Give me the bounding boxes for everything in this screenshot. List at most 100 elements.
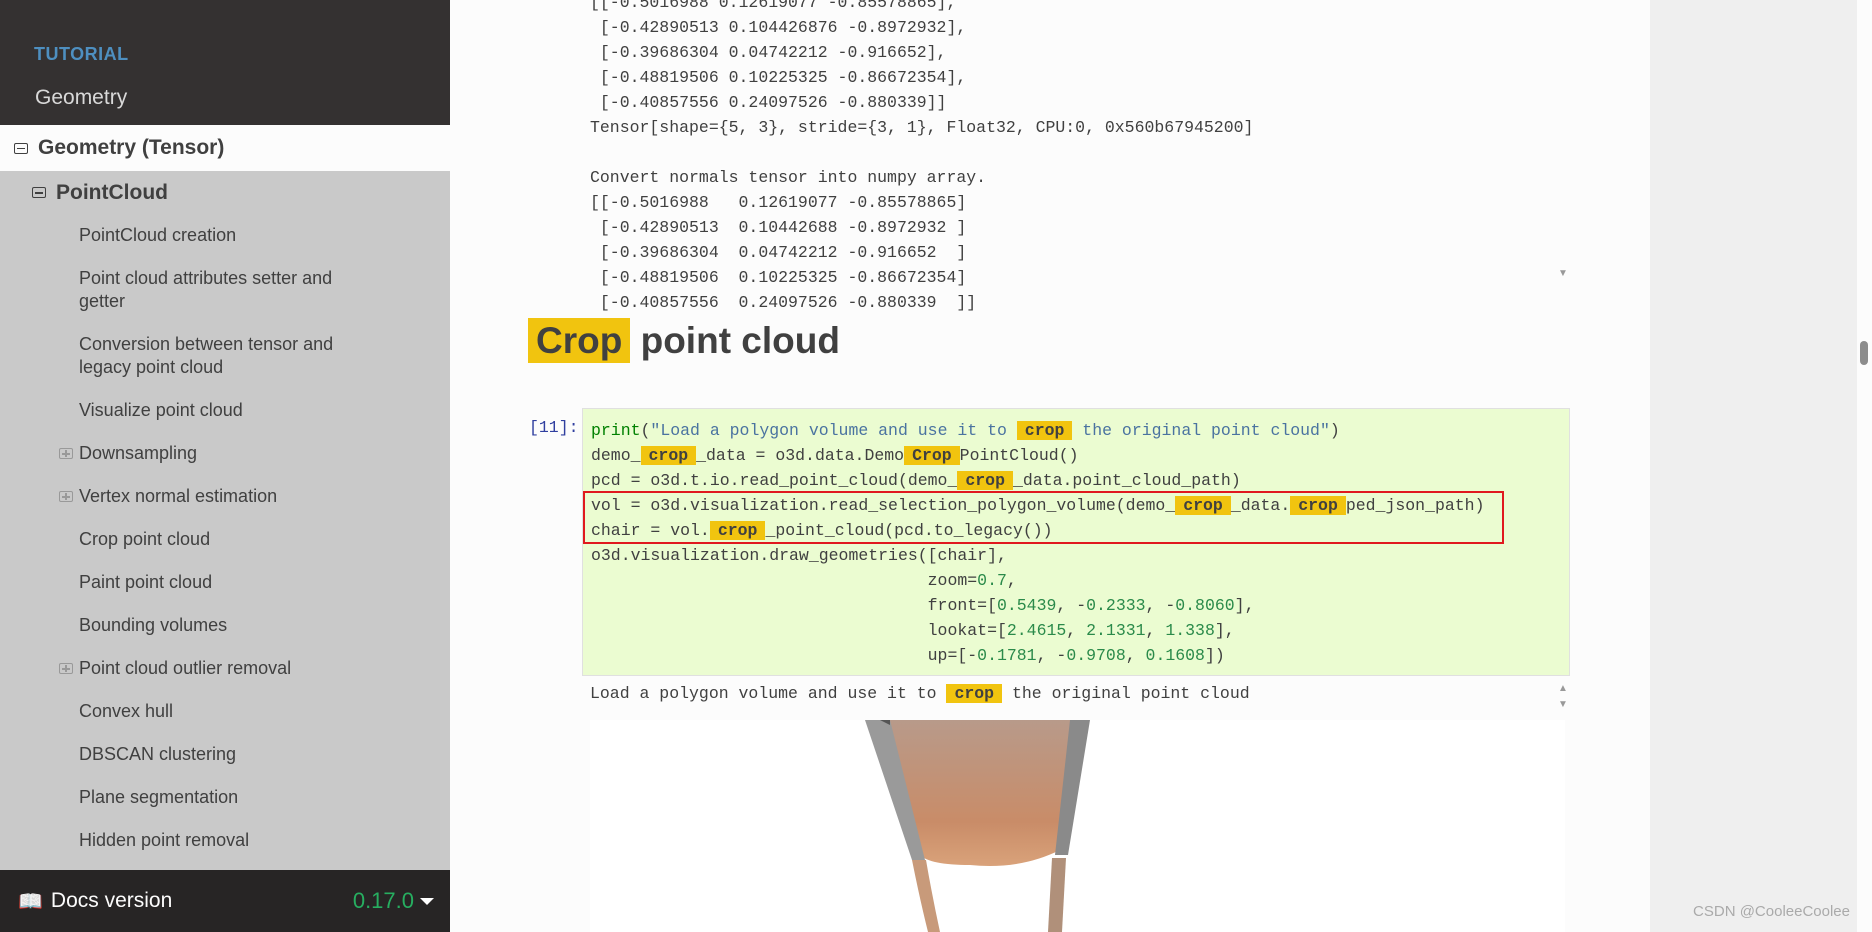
sidebar-item[interactable]: PointCloud creation xyxy=(0,214,379,257)
sidebar-subitems: PointCloud creation Point cloud attribute… xyxy=(0,214,450,862)
sidebar-item-label: Crop point cloud xyxy=(79,529,211,549)
caret-down-icon xyxy=(420,897,434,905)
output-line: [-0.48819506 0.10225325 -0.86672354] xyxy=(590,268,967,287)
expand-icon[interactable] xyxy=(59,663,73,674)
sidebar-item[interactable]: Point cloud outlier removal xyxy=(0,647,379,690)
code-token: 0.1608 xyxy=(1145,646,1205,665)
sidebar-header: TUTORIAL Geometry xyxy=(0,0,450,125)
code-token: , xyxy=(1006,571,1017,590)
code-token: ) xyxy=(1329,421,1340,440)
output-line: [-0.42890513 0.10442688 -0.8972932 ] xyxy=(590,218,967,237)
sidebar-item-label: Convex hull xyxy=(79,701,174,721)
cell-output-text: Load a polygon volume and use it to crop… xyxy=(590,684,1250,703)
sidebar-item-label: DBSCAN clustering xyxy=(79,744,237,764)
search-highlight: crop xyxy=(946,684,1003,703)
search-highlight: crop xyxy=(957,471,1013,490)
collapse-icon[interactable] xyxy=(14,142,28,154)
code-line: demo_ crop _data = o3d.data.Demo Crop PointC… xyxy=(591,443,1484,468)
sidebar-item[interactable]: Visualize point cloud xyxy=(0,389,379,432)
code-token: ( xyxy=(640,421,651,440)
code-token: , - xyxy=(1056,596,1087,615)
output-line: Convert normals tensor into numpy array. xyxy=(590,168,987,187)
sidebar-item-geometry[interactable]: Geometry xyxy=(35,86,127,110)
code-token: pcd = o3d.t.io.read_point_cloud(demo_ xyxy=(591,471,958,490)
sidebar-item[interactable]: Paint point cloud xyxy=(0,561,379,604)
book-icon: 📖 xyxy=(18,890,43,913)
code-token: ], xyxy=(1234,596,1255,615)
scroll-down-arrow-icon[interactable]: ▼ xyxy=(1558,268,1568,279)
code-token: , xyxy=(1125,646,1146,665)
output-line: [[-0.5016988 0.12619077 -0.85578865] xyxy=(590,193,967,212)
code-token: 0.1781 xyxy=(977,646,1037,665)
previous-cell-output: [[-0.5016988 0.12619077 -0.85578865], [-… xyxy=(590,0,1253,315)
sidebar-item-label: Paint point cloud xyxy=(79,572,213,592)
sidebar-item-label: Geometry (Tensor) xyxy=(38,136,225,159)
version-dropdown[interactable]: 0.17.0 xyxy=(353,888,434,914)
watermark: CSDN @CooleeCoolee xyxy=(1693,903,1850,920)
sidebar-item[interactable]: Hidden point removal xyxy=(0,819,379,862)
section-title: Crop point cloud xyxy=(528,318,840,363)
code-token: 2.1331 xyxy=(1086,621,1146,640)
code-token: , xyxy=(1145,621,1166,640)
code-token: 0.2333 xyxy=(1086,596,1146,615)
code-line: up=[-0.1781, -0.9708, 0.1608]) xyxy=(591,643,1484,668)
docs-version-selector[interactable]: 📖 Docs version 0.17.0 xyxy=(0,870,450,932)
code-token: 1.338 xyxy=(1165,621,1215,640)
code-token: _data.point_cloud_path) xyxy=(1012,471,1241,490)
code-token: , xyxy=(1066,621,1087,640)
code-token: , - xyxy=(1036,646,1067,665)
search-highlight: crop xyxy=(1016,421,1073,440)
code-token: PointCloud() xyxy=(959,446,1079,465)
sidebar-item[interactable]: Point cloud attributes setter and getter xyxy=(0,257,379,323)
cell-prompt: [11]: xyxy=(529,418,579,437)
version-value: 0.17.0 xyxy=(352,888,414,913)
search-highlight: Crop xyxy=(528,318,631,363)
chair-point-cloud-image xyxy=(865,720,1090,932)
sidebar-item[interactable]: Convex hull xyxy=(0,690,379,733)
code-token: demo_ xyxy=(591,446,641,465)
sidebar-item[interactable]: Crop point cloud xyxy=(0,518,379,561)
code-token: , - xyxy=(1145,596,1176,615)
code-token: 2.4615 xyxy=(1006,621,1067,640)
output-line: [-0.42890513 0.104426876 -0.8972932], xyxy=(590,18,967,37)
code-token: ]) xyxy=(1204,646,1225,665)
section-title-rest: point cloud xyxy=(630,320,840,361)
output-line: [[-0.5016988 0.12619077 -0.85578865], xyxy=(590,0,957,12)
code-cell[interactable]: print("Load a polygon volume and use it … xyxy=(582,408,1570,676)
code-token: ], xyxy=(1214,621,1235,640)
sidebar-item[interactable]: Conversion between tensor and legacy poi… xyxy=(0,323,379,389)
expand-icon[interactable] xyxy=(59,491,73,502)
scroll-up-arrow-icon[interactable]: ▲ xyxy=(1558,683,1568,694)
code-line: print("Load a polygon volume and use it … xyxy=(591,418,1484,443)
code-token: up=[- xyxy=(591,646,978,665)
sidebar-item-pointcloud[interactable]: PointCloud xyxy=(0,171,450,214)
sidebar-item-label: PointCloud xyxy=(56,180,168,204)
collapse-icon[interactable] xyxy=(32,187,46,198)
sidebar-item-label: Bounding volumes xyxy=(79,615,228,635)
sidebar-item[interactable]: Vertex normal estimation xyxy=(0,475,379,518)
sidebar-item[interactable]: Plane segmentation xyxy=(0,776,379,819)
sidebar-item-label: Point cloud attributes setter and getter xyxy=(79,268,333,311)
code-token: 0.8060 xyxy=(1175,596,1235,615)
sidebar-item-label: Plane segmentation xyxy=(79,787,239,807)
code-token: the original point cloud" xyxy=(1072,421,1330,440)
code-token: 0.9708 xyxy=(1066,646,1126,665)
expand-icon[interactable] xyxy=(59,448,73,459)
sidebar-item[interactable]: DBSCAN clustering xyxy=(0,733,379,776)
sidebar-item-label: Hidden point removal xyxy=(79,830,250,850)
docs-version-label: Docs version xyxy=(50,889,173,912)
scroll-down-arrow-icon[interactable]: ▼ xyxy=(1558,699,1568,710)
code-token: 0.7 xyxy=(977,571,1007,590)
code-token: o3d.visualization.draw_geometries([chair… xyxy=(591,546,1007,565)
output-line: [-0.40857556 0.24097526 -0.880339 ]] xyxy=(590,293,977,312)
scrollbar-thumb[interactable] xyxy=(1860,341,1868,365)
point-cloud-render-image xyxy=(590,720,1565,932)
sidebar-item[interactable]: Bounding volumes xyxy=(0,604,379,647)
sidebar-item-geometry-tensor[interactable]: Geometry (Tensor) xyxy=(0,125,450,171)
code-line: o3d.visualization.draw_geometries([chair… xyxy=(591,543,1484,568)
sidebar-item[interactable]: Downsampling xyxy=(0,432,379,475)
output-line: [-0.39686304 0.04742212 -0.916652 ] xyxy=(590,243,967,262)
code-token: _data = o3d.data.Demo xyxy=(696,446,905,465)
page-scrollbar[interactable] xyxy=(1857,0,1872,932)
